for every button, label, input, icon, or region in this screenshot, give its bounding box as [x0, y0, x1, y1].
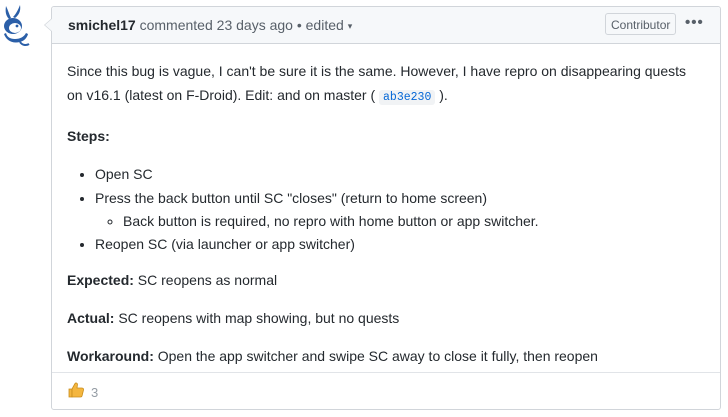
edited-label: edited: [305, 17, 344, 33]
thumbs-up-reaction-button[interactable]: 3: [67, 381, 98, 403]
comment-meta: smichel17 commented 23 days ago • edited…: [68, 17, 352, 33]
commit-link[interactable]: ab3e230: [379, 90, 436, 105]
paragraph-intro: Since this bug is vague, I can't be sure…: [67, 59, 705, 110]
workaround-label: Workaround:: [67, 348, 154, 364]
chevron-down-icon: ▾: [347, 21, 353, 31]
comment-card: smichel17 commented 23 days ago • edited…: [44, 6, 721, 410]
steps-list: Open SC Press the back button until SC "…: [67, 162, 705, 256]
intro-end: ).: [439, 87, 448, 103]
comment-body: Since this bug is vague, I can't be sure…: [52, 44, 720, 368]
edited-dropdown[interactable]: edited ▾: [306, 17, 353, 33]
step-text: Press the back button until SC "closes" …: [95, 190, 488, 206]
meta-separator: •: [296, 17, 302, 33]
comment-timestamp[interactable]: 23 days ago: [217, 17, 293, 33]
list-item: Open SC: [95, 162, 705, 186]
more-options-icon[interactable]: •••: [685, 14, 704, 31]
comment-header: smichel17 commented 23 days ago • edited…: [52, 7, 720, 44]
step-text: Open SC: [95, 166, 153, 182]
list-item: Back button is required, no repro with h…: [123, 210, 705, 232]
steps-heading: Steps:: [67, 124, 705, 148]
step-text: Reopen SC (via launcher or app switcher): [95, 236, 355, 252]
intro-text: Since this bug is vague, I can't be sure…: [67, 63, 687, 103]
actual-label: Actual:: [67, 310, 115, 326]
author-link[interactable]: smichel17: [68, 17, 136, 33]
reaction-count: 3: [91, 384, 99, 400]
substep-text: Back button is required, no repro with h…: [123, 213, 539, 229]
contributor-badge: Contributor: [605, 13, 677, 35]
workaround-paragraph: Workaround: Open the app switcher and sw…: [67, 344, 705, 368]
substeps-list: Back button is required, no repro with h…: [95, 210, 705, 232]
steps-label: Steps:: [67, 128, 110, 144]
actual-text: SC reopens with map showing, but no ques…: [114, 310, 400, 326]
list-item: Press the back button until SC "closes" …: [95, 186, 705, 232]
avatar[interactable]: [0, 4, 32, 48]
expected-text: SC reopens as normal: [133, 272, 278, 288]
expected-label: Expected:: [67, 272, 134, 288]
thumbs-up-icon: [67, 381, 85, 404]
list-item: Reopen SC (via launcher or app switcher): [95, 232, 705, 256]
expected-paragraph: Expected: SC reopens as normal: [67, 268, 705, 292]
actual-paragraph: Actual: SC reopens with map showing, but…: [67, 306, 705, 330]
reactions-bar: 3: [52, 372, 720, 409]
workaround-text: Open the app switcher and swipe SC away …: [153, 348, 598, 364]
comment-action: commented: [139, 17, 213, 33]
